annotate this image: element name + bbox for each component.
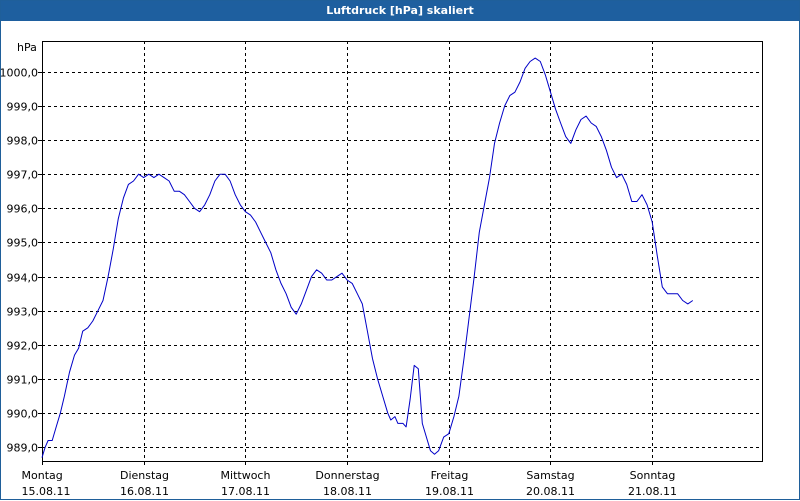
chart-window: Luftdruck [hPa] skaliert 989,0 990,0 991,0… [0, 0, 800, 500]
x-tick-date: 20.08.11 [526, 485, 575, 498]
y-tick-label: 999,0 [7, 101, 39, 114]
y-tick-label: 992,0 [7, 340, 39, 353]
x-tick-date: 16.08.11 [120, 485, 169, 498]
x-tick-date: 18.08.11 [323, 485, 372, 498]
y-tick-label: 998,0 [7, 135, 39, 148]
y-tick-label: 995,0 [7, 237, 39, 250]
x-tick-date: 19.08.11 [425, 485, 474, 498]
series-layer [41, 57, 694, 458]
series-line [41, 57, 694, 458]
plot-border [42, 41, 763, 462]
y-tick-label: 994,0 [7, 272, 39, 285]
x-tick-date: 15.08.11 [22, 485, 71, 498]
y-tick-label: 993,0 [7, 306, 39, 319]
x-tick-day: Donnerstag [315, 469, 379, 482]
x-tick-day: Dienstag [120, 469, 169, 482]
x-tick-day: Freitag [431, 469, 469, 482]
y-axis: 989,0 990,0 991,0 992,0 993,0 994,0 995,0 996,0… [1, 67, 42, 455]
y-tick-label: 997,0 [7, 169, 39, 182]
y-tick-label: 989,0 [7, 442, 39, 455]
x-axis: Montag 15.08.11 Dienstag 16.08.11 Mittwoch 17… [22, 461, 677, 498]
x-tick-day: Montag [22, 469, 63, 482]
y-tick-label: 996,0 [7, 203, 39, 216]
x-tick-day: Mittwoch [221, 469, 271, 482]
x-tick-date: 21.08.11 [628, 485, 677, 498]
x-tick-day: Samstag [526, 469, 574, 482]
x-tick-day: Sonntag [630, 469, 676, 482]
grid [42, 41, 762, 461]
y-tick-label: 990,0 [7, 408, 39, 421]
x-tick-date: 17.08.11 [221, 485, 270, 498]
y-axis-label: hPa [17, 41, 37, 54]
y-tick-label: 991,0 [7, 374, 39, 387]
y-tick-label: 1000,0 [1, 67, 38, 80]
chart-area: 989,0 990,0 991,0 992,0 993,0 994,0 995,0 996,0… [1, 41, 763, 498]
